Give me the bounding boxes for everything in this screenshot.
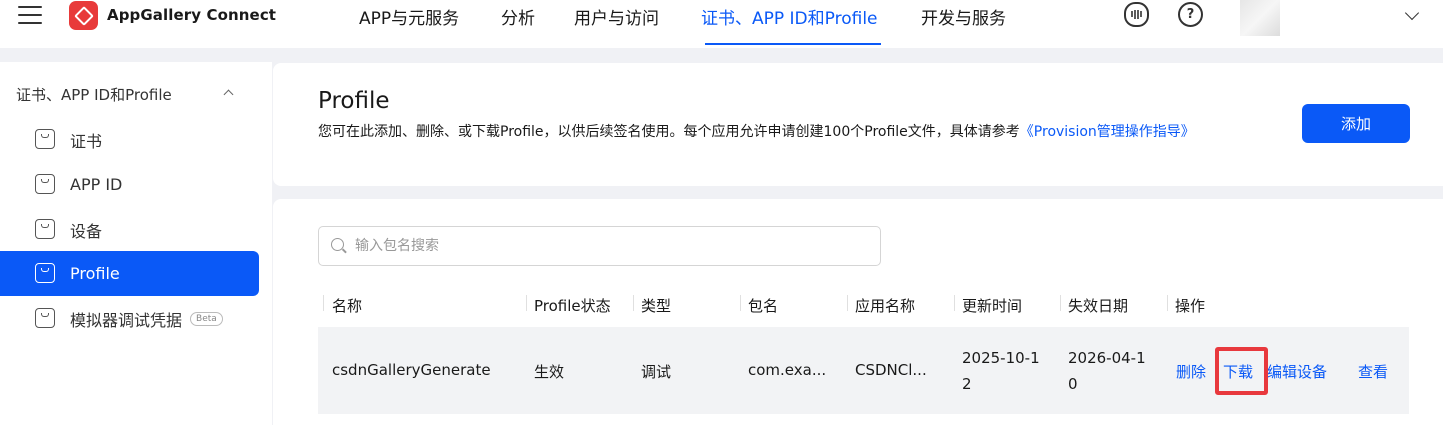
cell-expires: 2026-04-10 (1068, 349, 1146, 393)
column-divider (323, 295, 324, 311)
column-header-actions: 操作 (1175, 297, 1206, 315)
cell-name: csdnGalleryGenerate (332, 361, 491, 379)
column-header-app-name: 应用名称 (855, 297, 916, 315)
cell-updated: 2025-10-12 (962, 349, 1040, 393)
add-button[interactable]: 添加 (1302, 104, 1410, 143)
cell-package: com.exa... (748, 361, 827, 379)
folder-icon (35, 263, 55, 283)
column-divider (633, 295, 634, 311)
search-icon (331, 238, 344, 251)
brand-name: AppGallery Connect (107, 6, 277, 24)
sidebar-item-label: 模拟器调试凭据 (70, 310, 183, 330)
sidebar-item-certificates[interactable]: 证书 (0, 117, 259, 162)
edit-devices-link[interactable]: 编辑设备 (1267, 361, 1327, 382)
sidebar-item-label: Profile (70, 264, 120, 283)
cell-app-name: CSDNCl... (855, 361, 927, 379)
folder-icon (35, 308, 55, 328)
sidebar: 证书、APP ID和Profile 证书 APP ID 设备 Profile 模… (0, 62, 272, 425)
column-header-status: Profile状态 (534, 297, 611, 315)
provision-guide-link[interactable]: 《Provision管理操作指导》 (1020, 124, 1195, 140)
sidebar-item-app-id[interactable]: APP ID (0, 162, 259, 207)
search-box[interactable] (318, 226, 881, 266)
view-link[interactable]: 查看 (1358, 361, 1388, 382)
column-divider (1167, 295, 1168, 311)
column-header-package: 包名 (748, 297, 779, 315)
chevron-up-icon[interactable] (223, 89, 234, 100)
avatar[interactable] (1240, 0, 1280, 36)
top-bar: AppGallery Connect APP与元服务 分析 用户与访问 证书、A… (0, 0, 1443, 48)
sidebar-item-label: 设备 (70, 221, 103, 241)
nav-users-access[interactable]: 用户与访问 (574, 4, 659, 29)
cell-type: 调试 (641, 363, 672, 381)
cell-status: 生效 (534, 363, 565, 381)
active-nav-underline (705, 43, 881, 45)
chevron-down-icon[interactable] (1404, 5, 1420, 21)
beta-badge: Beta (190, 311, 223, 326)
column-divider (526, 295, 527, 311)
nav-app-services[interactable]: APP与元服务 (359, 4, 459, 29)
column-divider (1060, 295, 1061, 311)
search-input[interactable] (355, 235, 855, 257)
page-header-card: Profile 您可在此添加、删除、或下载Profile，以供后续签名使用。每个… (273, 63, 1443, 186)
sidebar-item-emulator-credentials[interactable]: 模拟器调试凭据 Beta (0, 296, 259, 341)
menu-icon[interactable] (18, 6, 42, 26)
folder-icon (35, 129, 55, 149)
sidebar-item-label: APP ID (70, 175, 123, 194)
column-header-expires: 失效日期 (1068, 297, 1129, 315)
column-header-name: 名称 (332, 297, 363, 315)
column-divider (954, 295, 955, 311)
sidebar-item-label: 证书 (70, 131, 103, 151)
sidebar-group-title[interactable]: 证书、APP ID和Profile (16, 84, 172, 105)
page-description: 您可在此添加、删除、或下载Profile，以供后续签名使用。每个应用允许申请创建… (318, 121, 1278, 143)
download-highlight-box (1215, 347, 1268, 395)
column-header-updated: 更新时间 (962, 297, 1023, 315)
help-icon[interactable]: ? (1178, 2, 1203, 27)
column-divider (740, 295, 741, 311)
folder-icon (35, 174, 55, 194)
sidebar-item-profile[interactable]: Profile (0, 251, 259, 296)
nav-certificates[interactable]: 证书、APP ID和Profile (701, 4, 878, 29)
appgallery-logo-icon (69, 1, 98, 30)
profile-list-card: 名称 Profile状态 类型 包名 应用名称 更新时间 失效日期 操作 csd… (273, 199, 1443, 425)
page-title: Profile (318, 88, 390, 114)
column-divider (847, 295, 848, 311)
folder-icon (35, 219, 55, 239)
sidebar-item-devices[interactable]: 设备 (0, 207, 259, 252)
description-text: 您可在此添加、删除、或下载Profile，以供后续签名使用。每个应用允许申请创建… (318, 124, 1020, 140)
feedback-icon[interactable] (1124, 2, 1149, 27)
nav-dev-services[interactable]: 开发与服务 (921, 4, 1006, 29)
delete-link[interactable]: 删除 (1176, 361, 1206, 382)
column-header-type: 类型 (641, 297, 672, 315)
nav-analytics[interactable]: 分析 (501, 4, 535, 29)
